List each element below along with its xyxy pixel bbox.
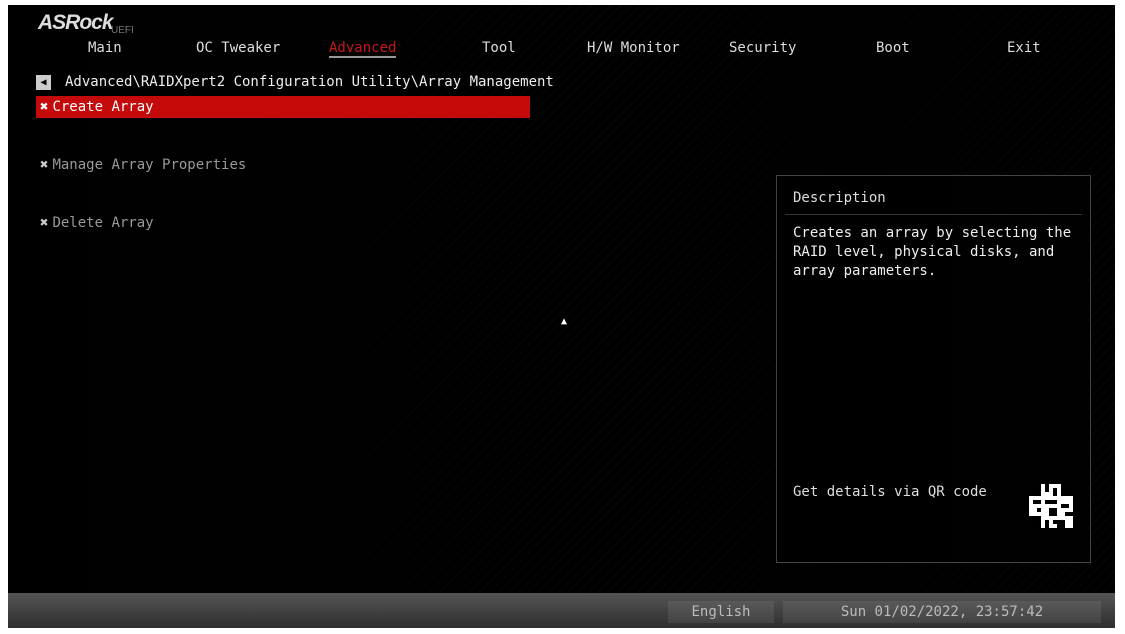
datetime-display: Sun 01/02/2022, 23:57:42 bbox=[783, 601, 1101, 623]
tools-icon: ✖ bbox=[40, 157, 48, 173]
qr-code-icon bbox=[1029, 484, 1073, 528]
breadcrumb-path: Advanced\RAIDXpert2 Configuration Utilit… bbox=[65, 74, 554, 90]
qr-label: Get details via QR code bbox=[793, 484, 987, 500]
tab-boot[interactable]: Boot bbox=[876, 40, 910, 56]
tab-hw-monitor[interactable]: H/W Monitor bbox=[587, 40, 680, 56]
description-panel: Description Creates an array by selectin… bbox=[776, 175, 1091, 563]
description-text: Creates an array by selecting the RAID l… bbox=[793, 224, 1083, 281]
bios-screen: ASRock UEFI Main OC Tweaker Advanced Too… bbox=[8, 5, 1115, 628]
status-bar: English Sun 01/02/2022, 23:57:42 bbox=[8, 593, 1115, 628]
menu-item-delete-array[interactable]: ✖Delete Array bbox=[36, 212, 154, 234]
uefi-label: UEFI bbox=[111, 25, 134, 36]
tab-main[interactable]: Main bbox=[88, 40, 122, 56]
tools-icon: ✖ bbox=[40, 99, 48, 115]
tools-icon: ✖ bbox=[40, 215, 48, 231]
breadcrumb: ◀ Advanced\RAIDXpert2 Configuration Util… bbox=[36, 74, 554, 90]
description-title: Description bbox=[793, 190, 886, 206]
tab-advanced[interactable]: Advanced bbox=[329, 40, 396, 58]
asrock-logo: ASRock bbox=[38, 11, 113, 35]
tab-security[interactable]: Security bbox=[729, 40, 796, 56]
back-arrow-icon[interactable]: ◀ bbox=[36, 75, 51, 90]
tab-exit[interactable]: Exit bbox=[1007, 40, 1041, 56]
tab-tool[interactable]: Tool bbox=[482, 40, 516, 56]
language-button[interactable]: English bbox=[668, 601, 774, 623]
tab-oc-tweaker[interactable]: OC Tweaker bbox=[196, 40, 280, 56]
divider bbox=[785, 214, 1082, 215]
menu-item-manage-array-properties[interactable]: ✖Manage Array Properties bbox=[36, 154, 246, 176]
menu-item-create-array[interactable]: ✖Create Array bbox=[36, 96, 530, 118]
mouse-cursor-icon: ▲ bbox=[561, 316, 567, 327]
